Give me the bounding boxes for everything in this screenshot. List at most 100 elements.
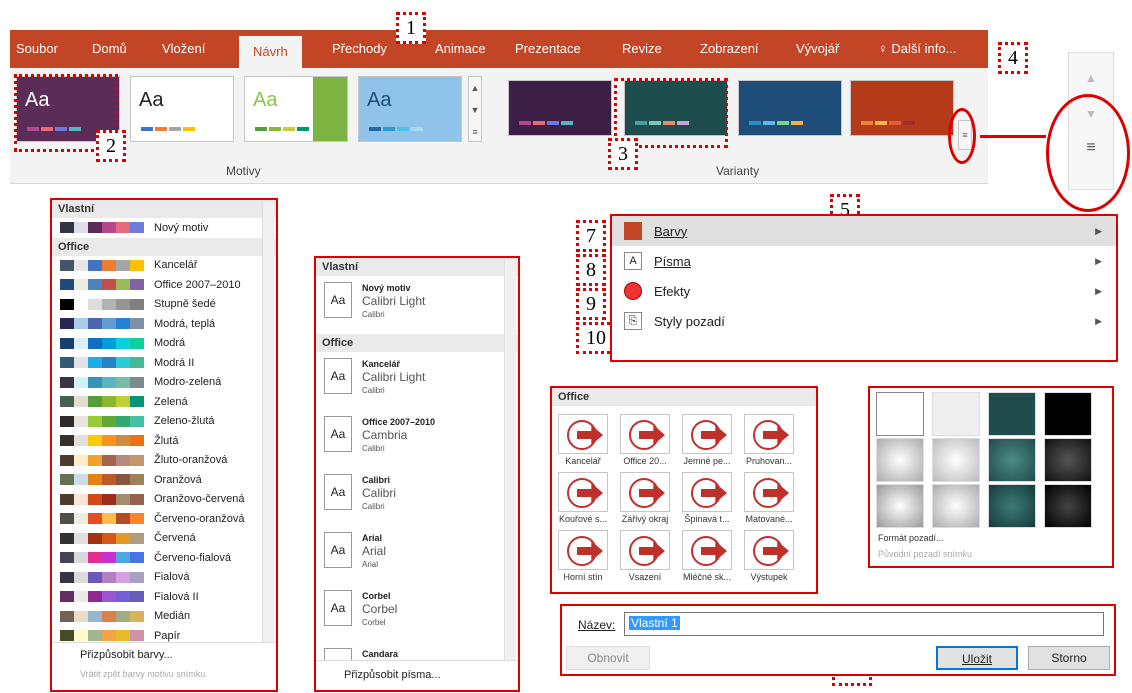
effect-item[interactable] bbox=[744, 414, 794, 454]
color-scheme-item[interactable]: Žlutá bbox=[52, 431, 276, 451]
menu-label: Efekty bbox=[654, 283, 691, 299]
background-style-item[interactable] bbox=[988, 484, 1036, 528]
effect-item[interactable] bbox=[682, 414, 732, 454]
tell-me[interactable]: ♀ Další info... bbox=[878, 30, 956, 68]
color-swatch bbox=[60, 454, 144, 466]
menu-item-colors[interactable]: Barvy ▶ bbox=[612, 216, 1116, 246]
tab-review[interactable]: Revize bbox=[622, 30, 662, 68]
background-style-item[interactable] bbox=[876, 484, 924, 528]
fonts-header-office: Office bbox=[316, 334, 518, 352]
variant-thumb-4[interactable] bbox=[850, 80, 954, 136]
save-button[interactable]: Uložit bbox=[936, 646, 1018, 670]
callout-ellipse-large bbox=[1046, 94, 1130, 212]
effect-item[interactable] bbox=[682, 530, 732, 570]
customize-colors-link[interactable]: Přizpůsobit barvy... bbox=[52, 643, 276, 667]
background-style-item[interactable] bbox=[988, 392, 1036, 436]
color-scheme-label: Fialová II bbox=[154, 590, 199, 603]
font-scheme-item[interactable]: Aa Nový motiv Calibri Light Calibri bbox=[316, 276, 518, 334]
color-scheme-item[interactable]: Fialová II bbox=[52, 587, 276, 607]
color-scheme-item[interactable]: Kancelář bbox=[52, 256, 276, 276]
tab-home[interactable]: Domů bbox=[92, 30, 127, 68]
color-scheme-item[interactable]: Zelená bbox=[52, 392, 276, 412]
reset-background-link: Původní pozadí snímku bbox=[878, 546, 972, 560]
effect-item[interactable] bbox=[682, 472, 732, 512]
color-scheme-label: Zelená bbox=[154, 395, 188, 408]
theme-thumb-4[interactable]: Aa bbox=[358, 76, 462, 142]
menu-item-effects[interactable]: Efekty ▶ bbox=[612, 276, 1116, 306]
tab-view[interactable]: Zobrazení bbox=[700, 30, 759, 68]
effect-item[interactable] bbox=[620, 530, 670, 570]
color-scheme-label: Oranžovo-červená bbox=[154, 493, 245, 506]
color-scheme-item[interactable]: Medián bbox=[52, 607, 276, 627]
callout-number-9: 9 bbox=[576, 288, 606, 320]
themes-scroll[interactable]: ▲ ▼ ≡ bbox=[468, 76, 482, 142]
effect-item[interactable] bbox=[744, 472, 794, 512]
font-scheme-item[interactable]: Aa Corbel Corbel Corbel bbox=[316, 584, 518, 642]
effect-label: Jemné pe... bbox=[683, 456, 731, 466]
theme-name-input[interactable]: Vlastní 1 bbox=[624, 612, 1104, 636]
color-scheme-item[interactable]: Žluto-oranžová bbox=[52, 451, 276, 471]
effect-item[interactable] bbox=[744, 530, 794, 570]
color-scheme-item[interactable]: Oranžová bbox=[52, 470, 276, 490]
scroll-up-icon[interactable]: ▲ bbox=[1069, 71, 1113, 85]
effect-item[interactable] bbox=[620, 414, 670, 454]
tab-insert[interactable]: Vložení bbox=[162, 30, 205, 68]
theme-thumb-2[interactable]: Aa bbox=[130, 76, 234, 142]
background-style-item[interactable] bbox=[876, 438, 924, 482]
menu-item-background-styles[interactable]: ⎘ Styly pozadí ▶ bbox=[612, 306, 1116, 336]
color-scheme-item[interactable]: Červeno-oranžová bbox=[52, 509, 276, 529]
tab-animations[interactable]: Animace bbox=[435, 30, 486, 68]
color-swatch bbox=[60, 630, 144, 642]
color-scheme-item[interactable]: Office 2007–2010 bbox=[52, 275, 276, 295]
variant-thumb-1[interactable] bbox=[508, 80, 612, 136]
color-scheme-item[interactable]: Červeno-fialová bbox=[52, 548, 276, 568]
effect-item[interactable] bbox=[558, 414, 608, 454]
effect-item[interactable] bbox=[558, 530, 608, 570]
fonts-scrollbar[interactable] bbox=[504, 260, 516, 660]
color-scheme-item[interactable]: Nový motiv bbox=[52, 218, 276, 238]
colors-scrollbar[interactable] bbox=[262, 202, 274, 642]
color-scheme-label: Oranžová bbox=[154, 473, 202, 486]
background-style-item[interactable] bbox=[876, 392, 924, 436]
color-scheme-label: Modro-zelená bbox=[154, 376, 222, 389]
background-style-item[interactable] bbox=[1044, 392, 1092, 436]
tab-design[interactable]: Návrh bbox=[239, 36, 302, 68]
fonts-icon: A bbox=[624, 252, 642, 270]
color-scheme-item[interactable]: Modrá, teplá bbox=[52, 314, 276, 334]
format-background-link[interactable]: Formát pozadí... bbox=[878, 530, 944, 544]
background-style-item[interactable] bbox=[932, 438, 980, 482]
color-scheme-item[interactable]: Modrá II bbox=[52, 353, 276, 373]
background-style-item[interactable] bbox=[1044, 438, 1092, 482]
cancel-button[interactable]: Storno bbox=[1028, 646, 1110, 670]
color-scheme-item[interactable]: Modrá bbox=[52, 334, 276, 354]
color-scheme-item[interactable]: Zeleno-žlutá bbox=[52, 412, 276, 432]
font-scheme-item[interactable]: Aa Office 2007–2010 Cambria Calibri bbox=[316, 410, 518, 468]
font-scheme-item[interactable]: Aa Arial Arial Arial bbox=[316, 526, 518, 584]
color-scheme-item[interactable]: Fialová bbox=[52, 568, 276, 588]
tab-file[interactable]: Soubor bbox=[16, 30, 58, 68]
reset-colors-link: Vrátit zpět barvy motivu snímku bbox=[80, 669, 206, 679]
effect-label: Špinavá t... bbox=[684, 514, 730, 524]
effect-item[interactable] bbox=[558, 472, 608, 512]
variant-thumb-3[interactable] bbox=[738, 80, 842, 136]
effect-item[interactable] bbox=[620, 472, 670, 512]
font-scheme-item[interactable]: Aa Kancelář Calibri Light Calibri bbox=[316, 352, 518, 410]
callout-number-3: 3 bbox=[608, 138, 638, 170]
color-scheme-item[interactable]: Oranžovo-červená bbox=[52, 490, 276, 510]
color-scheme-item[interactable]: Červená bbox=[52, 529, 276, 549]
menu-item-fonts[interactable]: A Písma ▶ bbox=[612, 246, 1116, 276]
background-style-item[interactable] bbox=[988, 438, 1036, 482]
background-style-item[interactable] bbox=[932, 484, 980, 528]
color-scheme-item[interactable]: Stupně šedé bbox=[52, 295, 276, 315]
tab-slideshow[interactable]: Prezentace bbox=[515, 30, 581, 68]
customize-fonts-link[interactable]: Přizpůsobit písma... bbox=[316, 660, 518, 690]
color-swatch bbox=[60, 474, 144, 486]
tab-developer[interactable]: Vývojář bbox=[796, 30, 839, 68]
color-scheme-label: Office 2007–2010 bbox=[154, 278, 241, 291]
tab-transitions[interactable]: Přechody bbox=[332, 30, 387, 68]
background-style-item[interactable] bbox=[932, 392, 980, 436]
font-scheme-item[interactable]: Aa Calibri Calibri Calibri bbox=[316, 468, 518, 526]
color-scheme-item[interactable]: Modro-zelená bbox=[52, 373, 276, 393]
background-style-item[interactable] bbox=[1044, 484, 1092, 528]
theme-thumb-3[interactable]: Aa bbox=[244, 76, 348, 142]
